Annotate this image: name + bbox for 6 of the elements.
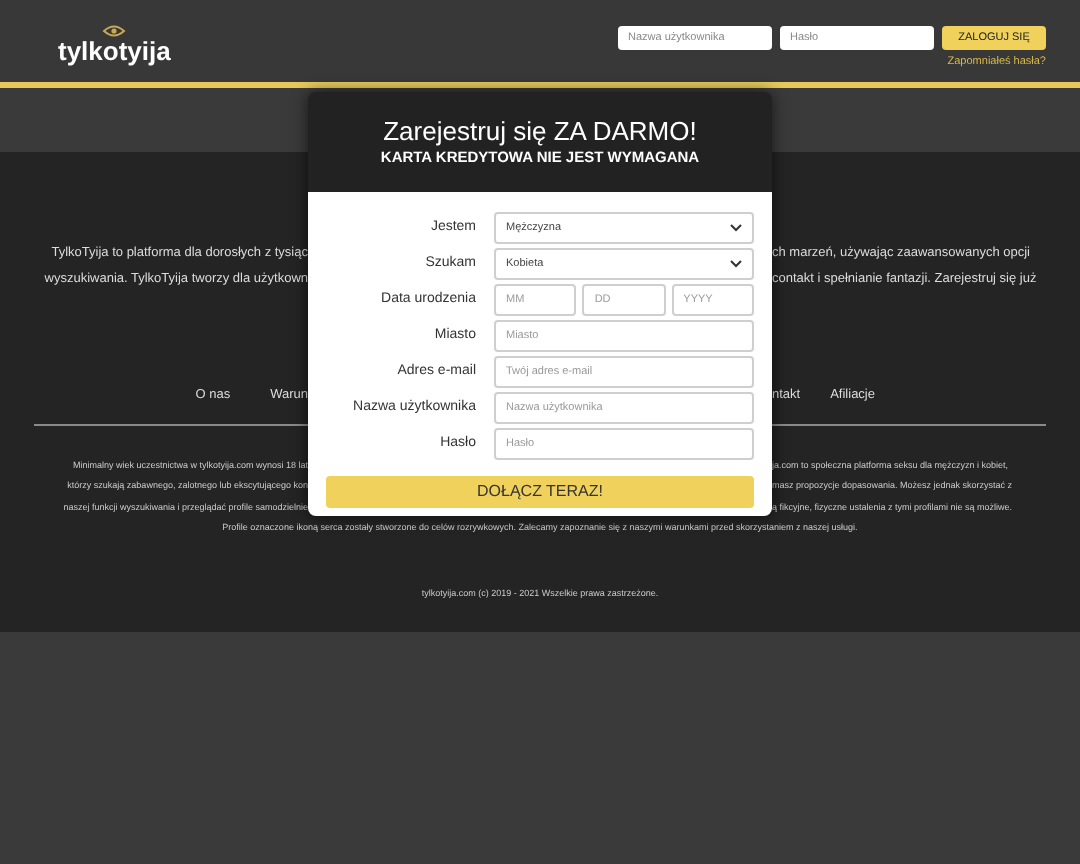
eye-logo-icon bbox=[102, 23, 127, 37]
logo-text: tylkotyija bbox=[58, 37, 171, 63]
modal-title: Zarejestruj się ZA DARMO! bbox=[383, 118, 697, 145]
chevron-down-icon bbox=[730, 224, 742, 232]
join-button[interactable]: DOŁĄCZ TERAZ! bbox=[326, 476, 754, 508]
chevron-down-icon bbox=[730, 260, 742, 268]
